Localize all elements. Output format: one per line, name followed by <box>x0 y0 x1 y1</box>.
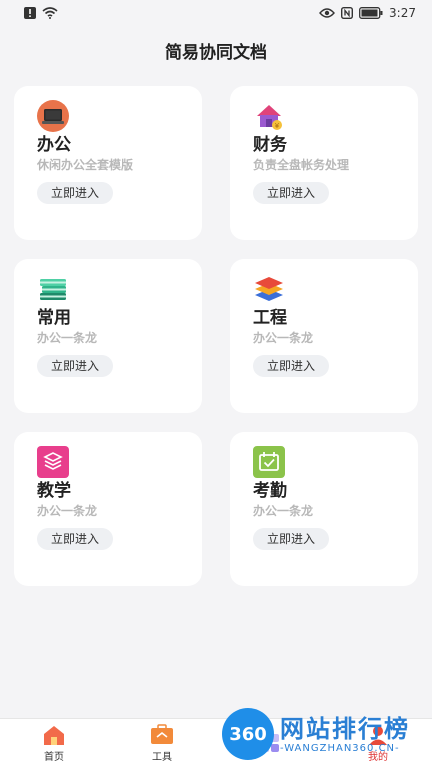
tab-mine[interactable]: 我的 <box>324 724 432 763</box>
card-title: 考勤 <box>253 481 287 501</box>
enter-button[interactable]: 立即进入 <box>37 182 114 204</box>
page-title: 简易协同文档 <box>165 42 267 63</box>
card-office[interactable]: 办公 休闲办公全套模版 立即进入 <box>14 86 202 240</box>
home-icon <box>44 726 64 745</box>
card-title: 常用 <box>37 308 71 328</box>
monitor-icon <box>37 100 69 132</box>
status-right: 3:27 <box>319 6 416 20</box>
wifi-icon <box>42 7 58 19</box>
card-title: 教学 <box>37 481 71 501</box>
status-left <box>24 7 58 19</box>
card-title: 办公 <box>37 135 71 155</box>
enter-button[interactable]: 立即进入 <box>37 528 114 550</box>
tab-label: 首页 <box>44 752 64 763</box>
nfc-icon <box>341 7 354 19</box>
svg-text:¥: ¥ <box>275 122 280 130</box>
tab-tools[interactable]: 工具 <box>108 724 216 763</box>
stack-icon <box>37 446 69 478</box>
enter-button[interactable]: 立即进入 <box>253 182 330 204</box>
card-attendance[interactable]: 考勤 办公一条龙 立即进入 <box>230 432 418 586</box>
card-subtitle: 办公一条龙 <box>253 504 314 518</box>
tab-label: 我的 <box>368 752 388 763</box>
card-subtitle: 休闲办公全套模版 <box>37 158 134 172</box>
card-subtitle: 办公一条龙 <box>253 331 314 345</box>
card-subtitle: 办公一条龙 <box>37 331 98 345</box>
layers-icon <box>253 273 285 305</box>
house-coin-icon: ¥ <box>253 100 285 132</box>
card-common[interactable]: 常用 办公一条龙 立即进入 <box>14 259 202 413</box>
card-title: 财务 <box>253 135 287 155</box>
card-engineering[interactable]: 工程 办公一条龙 立即进入 <box>230 259 418 413</box>
tab-home[interactable]: 首页 <box>0 724 108 763</box>
status-bar: 3:27 <box>0 0 432 26</box>
card-teaching[interactable]: 教学 办公一条龙 立即进入 <box>14 432 202 586</box>
eye-icon <box>319 8 335 18</box>
grid-icon <box>261 733 279 752</box>
user-icon <box>369 726 387 745</box>
toolbox-icon <box>151 724 173 744</box>
books-icon <box>37 273 69 305</box>
tab-bar: 首页 工具 我的 <box>0 718 432 768</box>
battery-icon <box>359 7 383 19</box>
tab-third[interactable] <box>216 732 324 756</box>
calendar-check-icon <box>253 446 285 478</box>
tab-label: 工具 <box>152 752 172 763</box>
card-title: 工程 <box>253 308 287 328</box>
enter-button[interactable]: 立即进入 <box>37 355 114 377</box>
module-grid: 办公 休闲办公全套模版 立即进入 ¥ 财务 负责全盘帐务处理 立即进入 常用 办… <box>14 86 418 586</box>
enter-button[interactable]: 立即进入 <box>253 528 330 550</box>
enter-button[interactable]: 立即进入 <box>253 355 330 377</box>
card-subtitle: 负责全盘帐务处理 <box>253 158 350 172</box>
card-finance[interactable]: ¥ 财务 负责全盘帐务处理 立即进入 <box>230 86 418 240</box>
status-time: 3:27 <box>389 6 416 20</box>
alert-icon <box>24 7 36 19</box>
card-subtitle: 办公一条龙 <box>37 504 98 518</box>
